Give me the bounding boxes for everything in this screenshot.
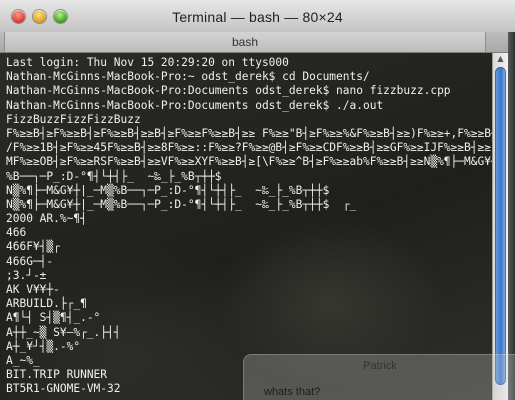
terminal-line: Nathan-McGinns-MacBook-Pro:~ odst_derek$… (6, 70, 370, 84)
terminal-line: 466F¥┤▒┌ (6, 240, 60, 254)
vertical-scrollbar[interactable]: ▲ (492, 53, 508, 400)
terminal-line: A┼_¥┘┤▒.-%° (6, 339, 81, 353)
terminal-line: MF%≥≥OB┤≥F%≥≥RSF%≥≥B┤≥≥VF%≥≥XYF%≥≥B┤≥[\F… (6, 155, 492, 169)
terminal-line: N▒%¶├─M&G¥┼|_─M▒%B──┐─P_:D-°¶┤└┼┤├_ ~‰_├… (6, 183, 330, 197)
scroll-thumb[interactable] (495, 67, 506, 385)
terminal-line: FizzBuzzFizzFizzBuzz (6, 112, 141, 126)
terminal-line: ARBUILD.├┌_¶ (6, 297, 87, 311)
window-edge (508, 32, 515, 400)
tab-bar: bash (0, 32, 515, 53)
terminal-line: %B──┐─P_:D-°¶┤└┼┤├_ ~‰_├_%B┬┼┼$ (6, 169, 222, 183)
title-bar[interactable]: Terminal — bash — 80×24 (0, 0, 515, 33)
tab-bash[interactable]: bash (4, 32, 486, 52)
notification-message: whats that? (264, 386, 321, 398)
chat-notification[interactable]: Patrick whats that? (243, 354, 515, 400)
terminal-line: 466G─┤- (6, 254, 54, 268)
terminal-line: AK V¥¥┼- (6, 283, 60, 296)
terminal-line: /F%≥≥1B┤≥F%≥≥45F%≥≥B┤≥≥8F%≥≥::F%≥≥?F%≥≥@… (6, 141, 492, 155)
terminal-line: Nathan-McGinns-MacBook-Pro:Documents ods… (6, 98, 384, 112)
scroll-up-arrow-icon[interactable]: ▲ (493, 53, 508, 65)
terminal-window: Terminal — bash — 80×24 bash Last login:… (0, 0, 515, 400)
terminal-line: 466 (6, 226, 27, 240)
terminal-line: ;3.┘-± (6, 268, 47, 282)
terminal-output[interactable]: Last login: Thu Nov 15 20:29:20 on ttys0… (0, 53, 492, 400)
terminal-line: N▒%¶├─M&G¥┼|_─M▒%B──┐─P_:D-°¶┤└┼┤├_ ~‰_├… (6, 197, 357, 211)
terminal-line: Nathan-McGinns-MacBook-Pro:Documents ods… (6, 84, 451, 98)
terminal-lines: Last login: Thu Nov 15 20:29:20 on ttys0… (6, 56, 492, 397)
terminal-line: F%≥≥B┤≥F%≥≥B┤≥F%≥≥B┤≥≥B┤≥F%≥≥F%≥≥B┤≥≥ F%… (6, 126, 492, 140)
terminal-line: 2000 AR.%~¶┤ (6, 212, 87, 226)
notification-title: Patrick (363, 360, 397, 372)
terminal-line: A¶└┤ S┤▒¶┤_.-° (6, 311, 101, 325)
terminal-line: A┼┼_~▒ S¥—%┌_.├┤┤ (6, 325, 121, 339)
terminal-line: Last login: Thu Nov 15 20:29:20 on ttys0… (6, 56, 289, 69)
window-title: Terminal — bash — 80×24 (172, 9, 343, 25)
